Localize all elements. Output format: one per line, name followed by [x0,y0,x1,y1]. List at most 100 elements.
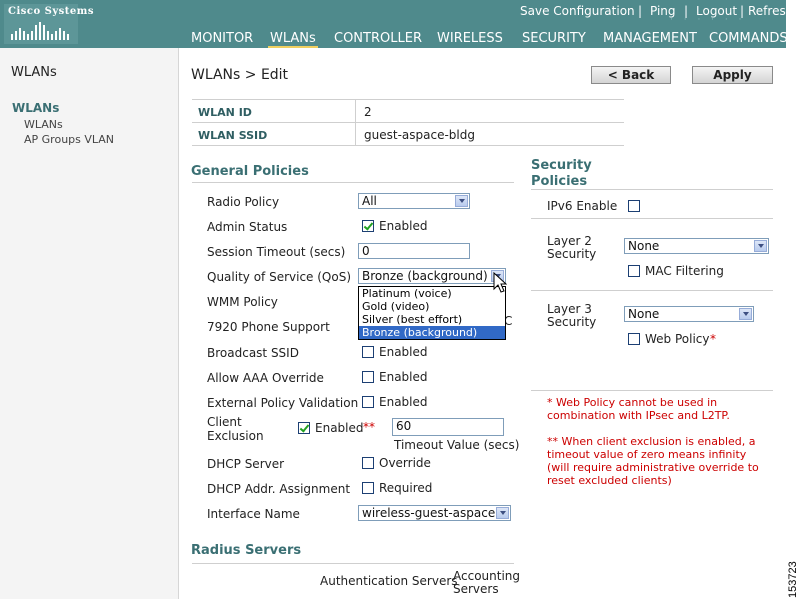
web-policy-label: Web Policy [645,332,710,346]
nav-wireless[interactable]: WIRELESS [437,31,503,46]
client-exclusion-marker: ** [363,420,375,434]
nav-commands[interactable]: COMMANDS [709,31,788,46]
session-timeout-input[interactable]: 0 [358,243,470,259]
interface-name-select[interactable]: wireless-guest-aspace [358,505,511,521]
aaa-override-label: Allow AAA Override [207,371,324,385]
session-timeout-label: Session Timeout (secs) [207,245,346,259]
dhcp-assignment-cb-label: Required [379,481,433,495]
ipv6-enable-checkbox[interactable] [628,200,640,212]
nav-monitor[interactable]: MONITOR [191,31,253,46]
wmm-policy-label: WMM Policy [207,295,278,309]
divider [531,290,773,291]
security-policies-title-2: Policies [531,174,588,189]
timeout-value-caption: Timeout Value (secs) [394,438,520,452]
divider [192,145,624,146]
refresh-link[interactable]: Refresh [748,4,793,18]
qos-option-gold[interactable]: Gold (video) [359,300,505,313]
web-policy-note: * Web Policy cannot be used in combinati… [547,396,730,422]
layer3-security-label: Layer 3 [547,302,592,316]
divider [355,100,356,145]
logo-text: Cisco Systems [8,6,94,17]
broadcast-ssid-cb-label: Enabled [379,345,428,359]
qos-label: Quality of Service (QoS) [207,270,352,284]
qos-value: Bronze (background) [362,269,488,283]
divider [192,99,624,100]
sidebar-heading-wlans[interactable]: WLANs [12,101,59,115]
external-policy-label: External Policy Validation [207,396,359,410]
qos-option-bronze[interactable]: Bronze (background) [359,326,505,339]
radius-auth-header: Authentication Servers [320,574,458,588]
external-policy-checkbox[interactable] [362,396,374,408]
divider [531,189,773,190]
sidebar-item-wlans[interactable]: WLANs [24,118,63,131]
figure-id-label: 153723 [787,561,799,598]
phone-support-label: 7920 Phone Support [207,320,330,334]
dhcp-assignment-checkbox[interactable] [362,482,374,494]
dhcp-server-label: DHCP Server [207,457,285,471]
back-button[interactable]: < Back [591,66,671,84]
radius-acct-header: Accounting [453,569,521,583]
broadcast-ssid-checkbox[interactable] [362,346,374,358]
nav-wlans[interactable]: WLANs [270,31,316,46]
dhcp-server-checkbox[interactable] [362,457,374,469]
chevron-down-icon [739,308,752,320]
separator: | [638,4,643,18]
web-policy-marker: * [710,332,716,346]
chevron-down-icon [455,195,468,207]
sidebar-item-ap-groups-vlan[interactable]: AP Groups VLAN [24,133,114,146]
layer3-security-select[interactable]: None [624,306,754,322]
wlan-ssid-label: WLAN SSID [198,129,268,142]
dhcp-server-cb-label: Override [379,456,431,470]
mac-filtering-checkbox[interactable] [628,265,640,277]
qos-option-platinum[interactable]: Platinum (voice) [359,287,505,300]
admin-status-cb-label: Enabled [379,219,428,233]
ipv6-enable-label: IPv6 Enable [547,199,618,213]
active-tab-indicator [268,46,318,48]
external-policy-cb-label: Enabled [379,395,428,409]
client-exclusion-label: Client [207,415,242,429]
nav-security[interactable]: SECURITY [522,31,586,46]
mouse-cursor-icon [493,272,507,293]
page-title: WLANs > Edit [191,67,289,83]
divider [192,122,624,123]
layer2-security-label-2: Security [547,247,597,261]
radio-policy-value: All [362,194,377,208]
divider [531,218,773,219]
client-exclusion-note: ** When client exclusion is enabled, a t… [547,435,759,487]
chevron-down-icon [496,507,509,519]
nav-controller[interactable]: CONTROLLER [334,31,422,46]
client-exclusion-label-2: Exclusion [207,429,264,443]
qos-select[interactable]: Bronze (background) [358,268,506,284]
qos-option-silver[interactable]: Silver (best effort) [359,313,505,326]
admin-status-checkbox[interactable] [362,220,374,232]
radio-policy-select[interactable]: All [358,193,470,209]
layer3-security-value: None [628,307,660,321]
apply-button[interactable]: Apply [692,66,773,84]
aaa-override-checkbox[interactable] [362,371,374,383]
security-policies-title: Security [531,158,592,173]
layer2-security-value: None [628,239,660,253]
layer3-security-label-2: Security [547,315,597,329]
qos-dropdown-list[interactable]: Platinum (voice) Gold (video) Silver (be… [358,286,506,340]
radius-servers-title: Radius Servers [191,543,302,558]
cisco-bridge-icon [11,22,69,40]
broadcast-ssid-label: Broadcast SSID [207,346,299,360]
admin-status-label: Admin Status [207,220,288,234]
figure-id-text: 153723 [787,561,799,598]
save-configuration-link[interactable]: Save Configuration [520,4,635,18]
layer2-security-label: Layer 2 [547,234,592,248]
web-policy-checkbox[interactable] [628,333,640,345]
header-decoration: · · · · · · [670,15,746,25]
nav-management[interactable]: MANAGEMENT [603,31,697,46]
general-policies-title: General Policies [191,164,309,179]
radius-acct-header-2: Servers [453,582,499,596]
client-exclusion-timeout-input[interactable]: 60 [392,418,504,436]
layer2-security-select[interactable]: None [624,238,769,254]
interface-name-value: wireless-guest-aspace [362,506,496,520]
wlan-ssid-value: guest-aspace-bldg [364,128,475,142]
mac-filtering-label: MAC Filtering [645,264,724,278]
client-exclusion-checkbox[interactable] [298,422,310,434]
divider [192,182,514,183]
divider [531,390,773,391]
wlan-id-value: 2 [364,105,372,119]
